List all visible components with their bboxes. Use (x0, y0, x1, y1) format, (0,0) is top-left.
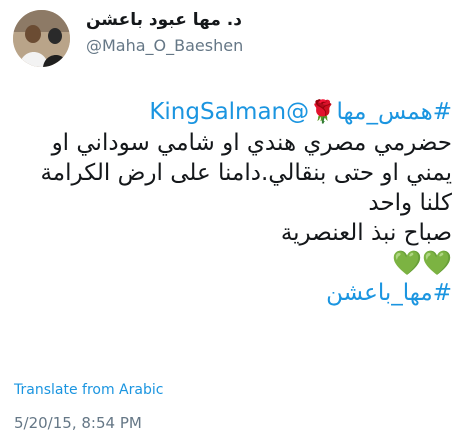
tweet-line-7: #مها_باعشن (12, 278, 452, 308)
display-name[interactable]: د. مها عبود باعشن (86, 10, 446, 30)
green-heart-emojis: 💚💚 (392, 249, 452, 277)
avatar[interactable] (13, 10, 70, 67)
tweet-line-1: #همس_مها🌹@KingSalman (12, 97, 452, 128)
hashtag-maha-baeshen[interactable]: #مها_باعشن (326, 280, 452, 306)
user-info: د. مها عبود باعشن @Maha_O_Baeshen (86, 10, 446, 55)
tweet-timestamp[interactable]: 5/20/15, 8:54 PM (14, 414, 142, 432)
hashtag-hams-maha[interactable]: #همس_مها (337, 99, 452, 125)
tweet-line-2: حضرمي مصري هندي او شامي سوداني او (51, 130, 452, 156)
tweet-line-5: صباح نبذ العنصرية (280, 220, 452, 246)
avatar-photo (13, 10, 70, 67)
tweet-line-3: يمني او حتى بنقالي.دامنا على ارض الكرامة (40, 160, 452, 186)
tweet-line-4: كلنا واحد (368, 190, 452, 216)
tweet-text: #همس_مها🌹@KingSalman حضرمي مصري هندي او … (12, 97, 452, 308)
rose-emoji: 🌹 (309, 100, 337, 125)
user-handle[interactable]: @Maha_O_Baeshen (86, 36, 446, 55)
translate-link[interactable]: Translate from Arabic (14, 382, 163, 398)
mention-kingsalman[interactable]: @KingSalman (149, 99, 309, 125)
